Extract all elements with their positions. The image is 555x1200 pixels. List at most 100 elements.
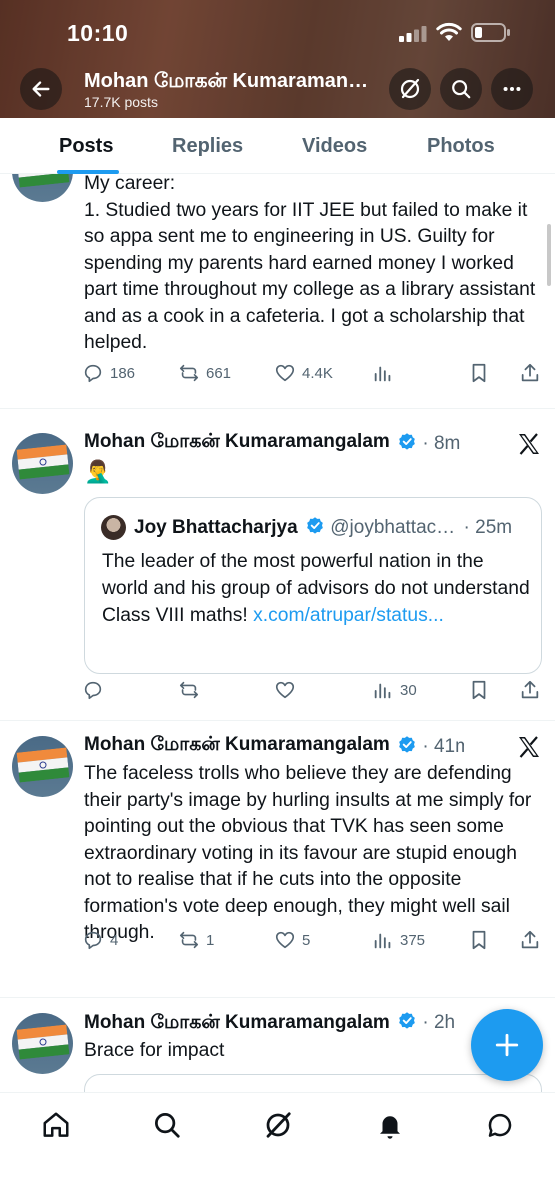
post[interactable]: Mohan மோகன் Kumaramangalam · 8m 🤦‍♂️ Joy… [0,409,555,721]
compose-button[interactable] [471,1009,543,1081]
bookmark-button[interactable] [468,929,490,951]
search-icon [452,80,471,99]
battery-icon [471,23,510,42]
views-icon [374,683,391,699]
views-count: 375 [400,931,426,949]
author-name[interactable]: Mohan மோகன் Kumaramangalam [84,431,390,455]
scrollbar[interactable] [547,224,551,286]
reply-button[interactable]: 4 [82,929,118,951]
more-icon [503,86,521,92]
quote-time: 25m [475,517,513,538]
repost-icon [179,681,199,699]
tab-posts[interactable]: Posts [59,135,113,158]
search-button[interactable] [440,68,482,110]
compose-plus-icon [495,1033,519,1057]
cellular-signal-icon [399,26,427,42]
bookmark-icon [472,680,486,700]
posts-feed: My career: 1. Studied two years for IIT … [0,174,555,1092]
repost-count: 661 [206,364,232,382]
post[interactable]: Mohan மோகன் Kumaramangalam · 41m The fac… [0,721,555,998]
repost-icon [179,364,199,382]
grok-icon[interactable] [263,1110,293,1140]
views-button[interactable]: 375 [372,929,425,951]
reply-icon [84,364,102,383]
flag-image [16,1024,70,1060]
post-header: Mohan மோகன் Kumaramangalam · 8m [84,431,461,455]
views-count: 30 [400,681,417,699]
avatar[interactable] [12,174,73,202]
post[interactable]: My career: 1. Studied two years for IIT … [0,174,555,409]
quoted-post[interactable] [84,1074,542,1092]
tab-replies[interactable]: Replies [172,135,243,158]
views-button[interactable] [372,362,394,384]
quote-text: The leader of the most powerful nation i… [102,548,530,629]
repost-button[interactable] [178,679,200,701]
quote-handle: @joybhattacharjya [330,517,458,538]
reply-button[interactable]: 186 [82,362,135,384]
avatar[interactable] [12,1013,73,1074]
share-button[interactable] [519,362,541,384]
quote-link[interactable]: x.com/atrupar/status... [253,605,444,626]
profile-name: Mohan மோகன் Kumaramangalam [84,70,380,92]
views-button[interactable]: 30 [372,679,417,701]
verified-badge-icon [307,517,323,534]
grok-button[interactable] [389,68,431,110]
post-text: My career: 1. Studied two years for IIT … [84,174,536,353]
profile-nav-row: Mohan மோகன் Kumaramangalam 17.7K posts [0,64,555,116]
more-button[interactable] [491,68,533,110]
notifications-icon[interactable] [375,1110,405,1140]
x-logo-icon [519,736,539,758]
like-button[interactable]: 5 [274,929,310,951]
reply-icon [84,931,102,950]
share-icon [521,680,539,699]
profile-header: 10:10 Mohan மோகன் Kumaramangalam 17.7K p… [0,0,555,118]
share-button[interactable] [519,679,541,701]
like-button[interactable] [274,679,296,701]
quote-author-name: Joy Bhattacharjya [134,517,298,538]
quote-avatar[interactable] [101,515,126,540]
profile-tabs: Posts Replies Videos Photos [0,118,555,174]
flag-image [16,444,70,480]
reply-button[interactable] [82,679,104,701]
post-actions: 4 1 5 375 [82,929,544,955]
post-time[interactable]: 8m [434,433,460,454]
quote-header: Joy Bhattacharjya @joybhattacharjya · 25… [134,517,513,538]
post-header: Mohan மோகன் Kumaramangalam · 41m [84,734,464,758]
avatar[interactable] [12,433,73,494]
views-icon [374,933,391,949]
verified-badge-icon [399,1012,415,1029]
post-time[interactable]: 41m [434,736,464,757]
like-count: 5 [302,931,311,949]
bookmark-button[interactable] [468,362,490,384]
post-actions: 30 [82,679,544,705]
tab-videos[interactable]: Videos [302,135,367,158]
like-button[interactable]: 4.4K [274,362,333,384]
post-time[interactable]: 2h [434,1012,455,1033]
search-icon[interactable] [152,1110,182,1140]
views-icon [374,366,391,382]
bottom-nav [0,1092,555,1200]
tab-photos[interactable]: Photos [427,135,495,158]
share-button[interactable] [519,929,541,951]
repost-icon [179,931,199,949]
post-emoji: 🤦‍♂️ [84,459,112,484]
x-logo-icon [519,433,539,455]
profile-posts-count: 17.7K posts [84,94,158,110]
verified-badge-icon [399,433,415,450]
repost-button[interactable]: 1 [178,929,214,951]
like-icon [275,931,295,949]
messages-icon[interactable] [485,1110,515,1140]
wifi-icon [436,22,462,41]
like-count: 4.4K [302,364,333,382]
author-name[interactable]: Mohan மோகன் Kumaramangalam [84,1012,390,1033]
home-icon[interactable] [41,1110,71,1140]
quoted-post[interactable]: Joy Bhattacharjya @joybhattacharjya · 25… [84,497,542,674]
like-icon [275,364,295,382]
reply-count: 186 [110,364,136,382]
avatar[interactable] [12,736,73,797]
author-name[interactable]: Mohan மோகன் Kumaramangalam [84,734,390,758]
grok-icon [400,78,420,99]
back-button[interactable] [20,68,62,110]
repost-button[interactable]: 661 [178,362,231,384]
bookmark-button[interactable] [468,679,490,701]
